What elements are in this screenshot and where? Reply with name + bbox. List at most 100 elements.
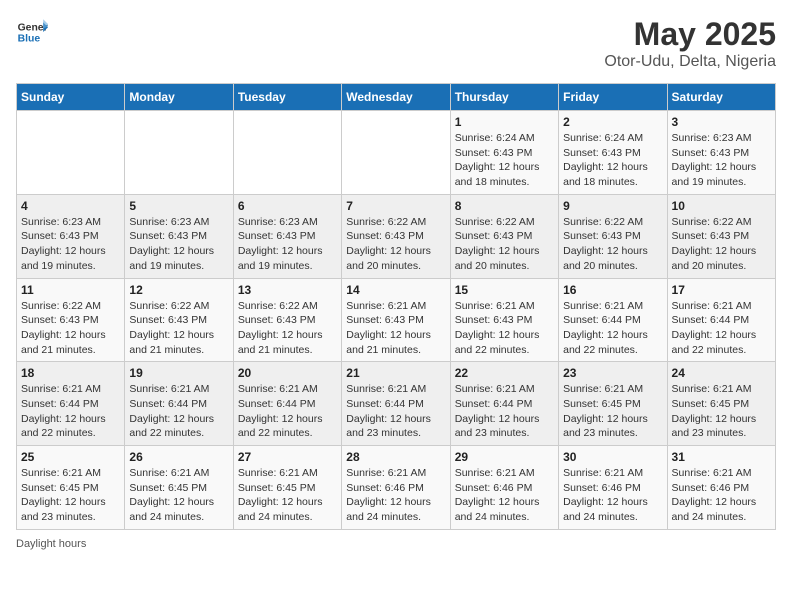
calendar-day: 14Sunrise: 6:21 AM Sunset: 6:43 PM Dayli… <box>342 278 450 362</box>
calendar-day: 26 Sunrise: 6:21 AM Sunset: 6:45 PM Dayli… <box>125 446 233 530</box>
day-info: Sunrise: 6:21 AM Sunset: 6:44 PM Dayligh… <box>238 382 337 441</box>
day-number: 24 <box>672 366 771 380</box>
calendar-day: 28Sunrise: 6:21 AM Sunset: 6:46 PM Dayli… <box>342 446 450 530</box>
calendar-day: 1Sunrise: 6:24 AM Sunset: 6:43 PM Daylig… <box>450 111 558 195</box>
calendar-week: 18 Sunrise: 6:21 AM Sunset: 6:44 PM Dayli… <box>17 362 776 446</box>
calendar-day: 29Sunrise: 6:21 AM Sunset: 6:46 PM Dayli… <box>450 446 558 530</box>
day-number: 6 <box>238 199 337 213</box>
calendar-day: 21 Sunrise: 6:21 AM Sunset: 6:44 PM Dayli… <box>342 362 450 446</box>
weekday-header: Wednesday <box>342 84 450 111</box>
day-info: Sunrise: 6:21 AM Sunset: 6:45 PM Dayligh… <box>672 382 771 441</box>
day-number: 4 <box>21 199 120 213</box>
day-info: Sunrise: 6:22 AM Sunset: 6:43 PM Dayligh… <box>346 215 445 274</box>
day-info: Sunrise: 6:21 AM Sunset: 6:46 PM Dayligh… <box>455 466 554 525</box>
title-block: May 2025 Otor-Udu, Delta, Nigeria <box>604 16 776 71</box>
calendar-day: 27Sunrise: 6:21 AM Sunset: 6:45 PM Dayli… <box>233 446 341 530</box>
day-info: Sunrise: 6:23 AM Sunset: 6:43 PM Dayligh… <box>129 215 228 274</box>
day-info: Sunrise: 6:21 AM Sunset: 6:44 PM Dayligh… <box>129 382 228 441</box>
day-info: Sunrise: 6:21 AM Sunset: 6:44 PM Dayligh… <box>455 382 554 441</box>
day-number: 2 <box>563 115 662 129</box>
day-number: 23 <box>563 366 662 380</box>
day-info: Sunrise: 6:21 AM Sunset: 6:45 PM Dayligh… <box>21 466 120 525</box>
calendar-day: 16Sunrise: 6:21 AM Sunset: 6:44 PM Dayli… <box>559 278 667 362</box>
calendar-day <box>125 111 233 195</box>
day-info: Sunrise: 6:22 AM Sunset: 6:43 PM Dayligh… <box>238 299 337 358</box>
calendar-day: 15 Sunrise: 6:21 AM Sunset: 6:43 PM Dayli… <box>450 278 558 362</box>
day-info: Sunrise: 6:24 AM Sunset: 6:43 PM Dayligh… <box>563 131 662 190</box>
day-number: 7 <box>346 199 445 213</box>
day-number: 12 <box>129 283 228 297</box>
day-number: 26 <box>129 450 228 464</box>
day-info: Sunrise: 6:21 AM Sunset: 6:44 PM Dayligh… <box>346 382 445 441</box>
weekday-header: Monday <box>125 84 233 111</box>
calendar-day: 7 Sunrise: 6:22 AM Sunset: 6:43 PM Daylig… <box>342 194 450 278</box>
logo: General Blue <box>16 16 48 48</box>
day-number: 13 <box>238 283 337 297</box>
day-info: Sunrise: 6:21 AM Sunset: 6:45 PM Dayligh… <box>129 466 228 525</box>
calendar-day: 2 Sunrise: 6:24 AM Sunset: 6:43 PM Daylig… <box>559 111 667 195</box>
day-info: Sunrise: 6:21 AM Sunset: 6:45 PM Dayligh… <box>563 382 662 441</box>
calendar-day: 25 Sunrise: 6:21 AM Sunset: 6:45 PM Dayli… <box>17 446 125 530</box>
calendar-week: 11 Sunrise: 6:22 AM Sunset: 6:43 PM Dayli… <box>17 278 776 362</box>
calendar-day: 31Sunrise: 6:21 AM Sunset: 6:46 PM Dayli… <box>667 446 775 530</box>
day-number: 3 <box>672 115 771 129</box>
calendar-week: 25 Sunrise: 6:21 AM Sunset: 6:45 PM Dayli… <box>17 446 776 530</box>
calendar-day: 23 Sunrise: 6:21 AM Sunset: 6:45 PM Dayli… <box>559 362 667 446</box>
calendar-day <box>233 111 341 195</box>
calendar-day: 24 Sunrise: 6:21 AM Sunset: 6:45 PM Dayli… <box>667 362 775 446</box>
calendar-day <box>342 111 450 195</box>
calendar-day: 22Sunrise: 6:21 AM Sunset: 6:44 PM Dayli… <box>450 362 558 446</box>
calendar-day: 8Sunrise: 6:22 AM Sunset: 6:43 PM Daylig… <box>450 194 558 278</box>
day-info: Sunrise: 6:22 AM Sunset: 6:43 PM Dayligh… <box>455 215 554 274</box>
weekday-header: Tuesday <box>233 84 341 111</box>
day-number: 21 <box>346 366 445 380</box>
footer: Daylight hours <box>16 538 776 550</box>
calendar-table: SundayMondayTuesdayWednesdayThursdayFrid… <box>16 83 776 530</box>
day-number: 10 <box>672 199 771 213</box>
day-info: Sunrise: 6:21 AM Sunset: 6:46 PM Dayligh… <box>346 466 445 525</box>
logo-icon: General Blue <box>16 16 48 48</box>
day-info: Sunrise: 6:23 AM Sunset: 6:43 PM Dayligh… <box>21 215 120 274</box>
day-number: 17 <box>672 283 771 297</box>
calendar-day: 19 Sunrise: 6:21 AM Sunset: 6:44 PM Dayli… <box>125 362 233 446</box>
day-info: Sunrise: 6:23 AM Sunset: 6:43 PM Dayligh… <box>238 215 337 274</box>
day-info: Sunrise: 6:23 AM Sunset: 6:43 PM Dayligh… <box>672 131 771 190</box>
day-number: 19 <box>129 366 228 380</box>
calendar-week: 1 Sunrise: 6:24 AM Sunset: 6:43 PM Daylig… <box>17 111 776 195</box>
day-number: 9 <box>563 199 662 213</box>
page-title: May 2025 <box>604 16 776 53</box>
day-info: Sunrise: 6:21 AM Sunset: 6:44 PM Dayligh… <box>563 299 662 358</box>
weekday-header: Thursday <box>450 84 558 111</box>
page-subtitle: Otor-Udu, Delta, Nigeria <box>604 53 776 71</box>
weekday-header: Saturday <box>667 84 775 111</box>
day-info: Sunrise: 6:21 AM Sunset: 6:45 PM Dayligh… <box>238 466 337 525</box>
calendar-day: 11Sunrise: 6:22 AM Sunset: 6:43 PM Dayli… <box>17 278 125 362</box>
day-number: 11 <box>21 283 120 297</box>
calendar-day: 6 Sunrise: 6:23 AM Sunset: 6:43 PM Daylig… <box>233 194 341 278</box>
day-number: 20 <box>238 366 337 380</box>
calendar-day: 3 Sunrise: 6:23 AM Sunset: 6:43 PM Daylig… <box>667 111 775 195</box>
calendar-week: 4 Sunrise: 6:23 AM Sunset: 6:43 PM Daylig… <box>17 194 776 278</box>
weekday-header: Sunday <box>17 84 125 111</box>
daylight-label: Daylight hours <box>16 538 86 550</box>
calendar-day: 12 Sunrise: 6:22 AM Sunset: 6:43 PM Dayli… <box>125 278 233 362</box>
day-number: 18 <box>21 366 120 380</box>
svg-text:Blue: Blue <box>18 34 41 45</box>
calendar-day: 13 Sunrise: 6:22 AM Sunset: 6:43 PM Dayli… <box>233 278 341 362</box>
day-number: 30 <box>563 450 662 464</box>
day-info: Sunrise: 6:21 AM Sunset: 6:44 PM Dayligh… <box>672 299 771 358</box>
day-number: 1 <box>455 115 554 129</box>
calendar-day: 18Sunrise: 6:21 AM Sunset: 6:44 PM Dayli… <box>17 362 125 446</box>
day-info: Sunrise: 6:21 AM Sunset: 6:46 PM Dayligh… <box>563 466 662 525</box>
day-info: Sunrise: 6:22 AM Sunset: 6:43 PM Dayligh… <box>563 215 662 274</box>
calendar-day <box>17 111 125 195</box>
calendar-day: 9 Sunrise: 6:22 AM Sunset: 6:43 PM Daylig… <box>559 194 667 278</box>
calendar-day: 20 Sunrise: 6:21 AM Sunset: 6:44 PM Dayli… <box>233 362 341 446</box>
calendar-day: 17 Sunrise: 6:21 AM Sunset: 6:44 PM Dayli… <box>667 278 775 362</box>
day-number: 25 <box>21 450 120 464</box>
day-info: Sunrise: 6:21 AM Sunset: 6:43 PM Dayligh… <box>455 299 554 358</box>
day-number: 14 <box>346 283 445 297</box>
day-info: Sunrise: 6:22 AM Sunset: 6:43 PM Dayligh… <box>129 299 228 358</box>
day-number: 5 <box>129 199 228 213</box>
day-number: 15 <box>455 283 554 297</box>
